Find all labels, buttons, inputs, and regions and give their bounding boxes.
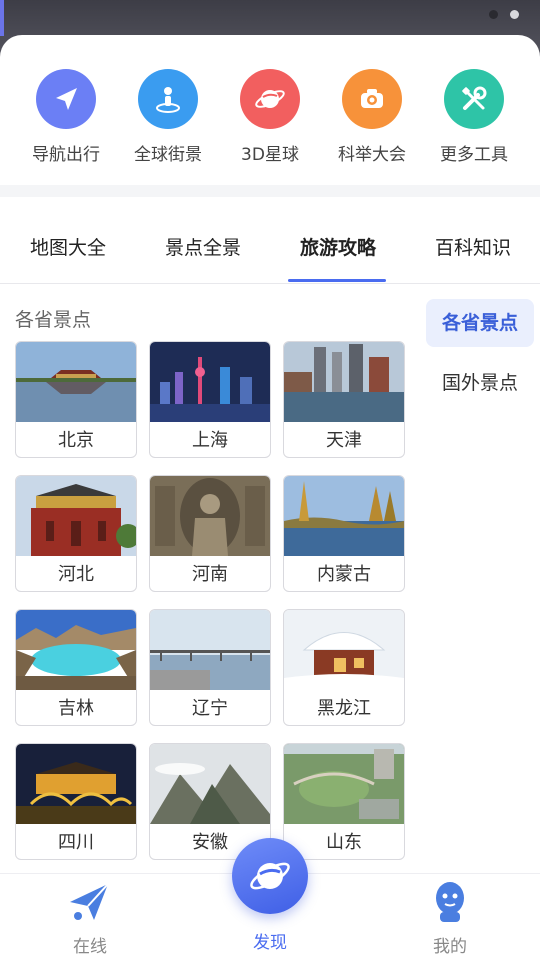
province-name: 四川 <box>58 832 94 853</box>
province-card-shandong[interactable]: 山东 <box>283 743 405 860</box>
tab-travel-guide[interactable]: 旅游攻略 <box>283 233 393 260</box>
shandong-photo <box>284 744 404 824</box>
quick-navigate-label: 导航出行 <box>32 145 100 165</box>
street-view-icon <box>138 69 198 129</box>
active-tab-indicator <box>288 279 386 282</box>
province-card-tianjin[interactable]: 天津 <box>283 341 405 458</box>
province-name: 北京 <box>58 430 94 451</box>
jilin-photo <box>16 610 136 690</box>
province-card-heilongjiang[interactable]: 黑龙江 <box>283 609 405 726</box>
nav-discover-label: 发现 <box>253 933 287 953</box>
section-divider <box>0 185 540 197</box>
nav-profile-label: 我的 <box>433 937 467 957</box>
province-card-sichuan[interactable]: 四川 <box>15 743 137 860</box>
indicator-dot <box>510 10 519 19</box>
province-card-jilin[interactable]: 吉林 <box>15 609 137 726</box>
anhui-photo <box>150 744 270 824</box>
quick-actions: 导航出行 全球街景 3D星球 科举大会 更多工具 <box>0 35 540 185</box>
content-area: 各省景点 北京 上海 天津 河北 河南 内蒙古 吉林 辽宁 黑龙江 四川 安徽 … <box>0 285 540 873</box>
quick-tools-label: 更多工具 <box>440 145 508 165</box>
tab-scenic-panorama[interactable]: 景点全景 <box>148 233 258 260</box>
tab-encyclopedia[interactable]: 百科知识 <box>418 233 528 260</box>
quick-quiz[interactable]: 科举大会 <box>322 69 422 165</box>
tianjin-photo <box>284 342 404 422</box>
left-edge-accent <box>0 0 4 36</box>
quick-quiz-label: 科举大会 <box>338 145 406 165</box>
robot-avatar-icon <box>436 882 464 922</box>
province-name: 内蒙古 <box>317 564 371 585</box>
nav-discover[interactable]: 发现 <box>220 928 320 953</box>
liaoning-photo <box>150 610 270 690</box>
nav-online-label: 在线 <box>73 937 107 957</box>
inner-mongolia-photo <box>284 476 404 556</box>
province-card-henan[interactable]: 河南 <box>149 475 271 592</box>
nav-online[interactable]: 在线 <box>40 880 140 957</box>
province-card-shanghai[interactable]: 上海 <box>149 341 271 458</box>
henan-photo <box>150 476 270 556</box>
province-name: 河南 <box>192 564 228 585</box>
side-item-overseas[interactable]: 国外景点 <box>426 359 534 407</box>
beijing-photo <box>16 342 136 422</box>
main-sheet: 导航出行 全球街景 3D星球 科举大会 更多工具 地图大全 景点全景 旅游攻略 … <box>0 35 540 960</box>
quick-navigate[interactable]: 导航出行 <box>16 69 116 165</box>
indicator-dot <box>489 10 498 19</box>
quick-planet[interactable]: 3D星球 <box>220 69 320 165</box>
province-name: 天津 <box>326 430 362 451</box>
province-name: 河北 <box>58 564 94 585</box>
navigate-icon <box>36 69 96 129</box>
discover-planet-button[interactable] <box>232 838 308 914</box>
province-name: 吉林 <box>58 698 94 719</box>
quick-street-view[interactable]: 全球街景 <box>118 69 218 165</box>
region-side-nav: 各省景点 国外景点 <box>426 299 534 419</box>
quiz-icon <box>342 69 402 129</box>
province-name: 山东 <box>326 832 362 853</box>
sichuan-photo <box>16 744 136 824</box>
shanghai-photo <box>150 342 270 422</box>
section-title: 各省景点 <box>15 309 92 331</box>
planet-icon <box>250 862 290 890</box>
heilongjiang-photo <box>284 610 404 690</box>
province-name: 辽宁 <box>192 698 228 719</box>
quick-street-view-label: 全球街景 <box>134 145 202 165</box>
side-item-provinces[interactable]: 各省景点 <box>426 299 534 347</box>
province-card-hebei[interactable]: 河北 <box>15 475 137 592</box>
quick-planet-label: 3D星球 <box>241 145 299 165</box>
tab-map-collection[interactable]: 地图大全 <box>13 233 123 260</box>
province-card-liaoning[interactable]: 辽宁 <box>149 609 271 726</box>
paper-plane-icon <box>70 883 109 920</box>
province-name: 黑龙江 <box>317 698 371 719</box>
hebei-photo <box>16 476 136 556</box>
category-tabs: 地图大全 景点全景 旅游攻略 百科知识 <box>0 197 540 284</box>
province-card-inner-mongolia[interactable]: 内蒙古 <box>283 475 405 592</box>
nav-profile[interactable]: 我的 <box>400 880 500 957</box>
quick-tools[interactable]: 更多工具 <box>424 69 524 165</box>
tools-icon <box>444 69 504 129</box>
province-name: 上海 <box>192 430 228 451</box>
planet-icon <box>240 69 300 129</box>
province-card-beijing[interactable]: 北京 <box>15 341 137 458</box>
